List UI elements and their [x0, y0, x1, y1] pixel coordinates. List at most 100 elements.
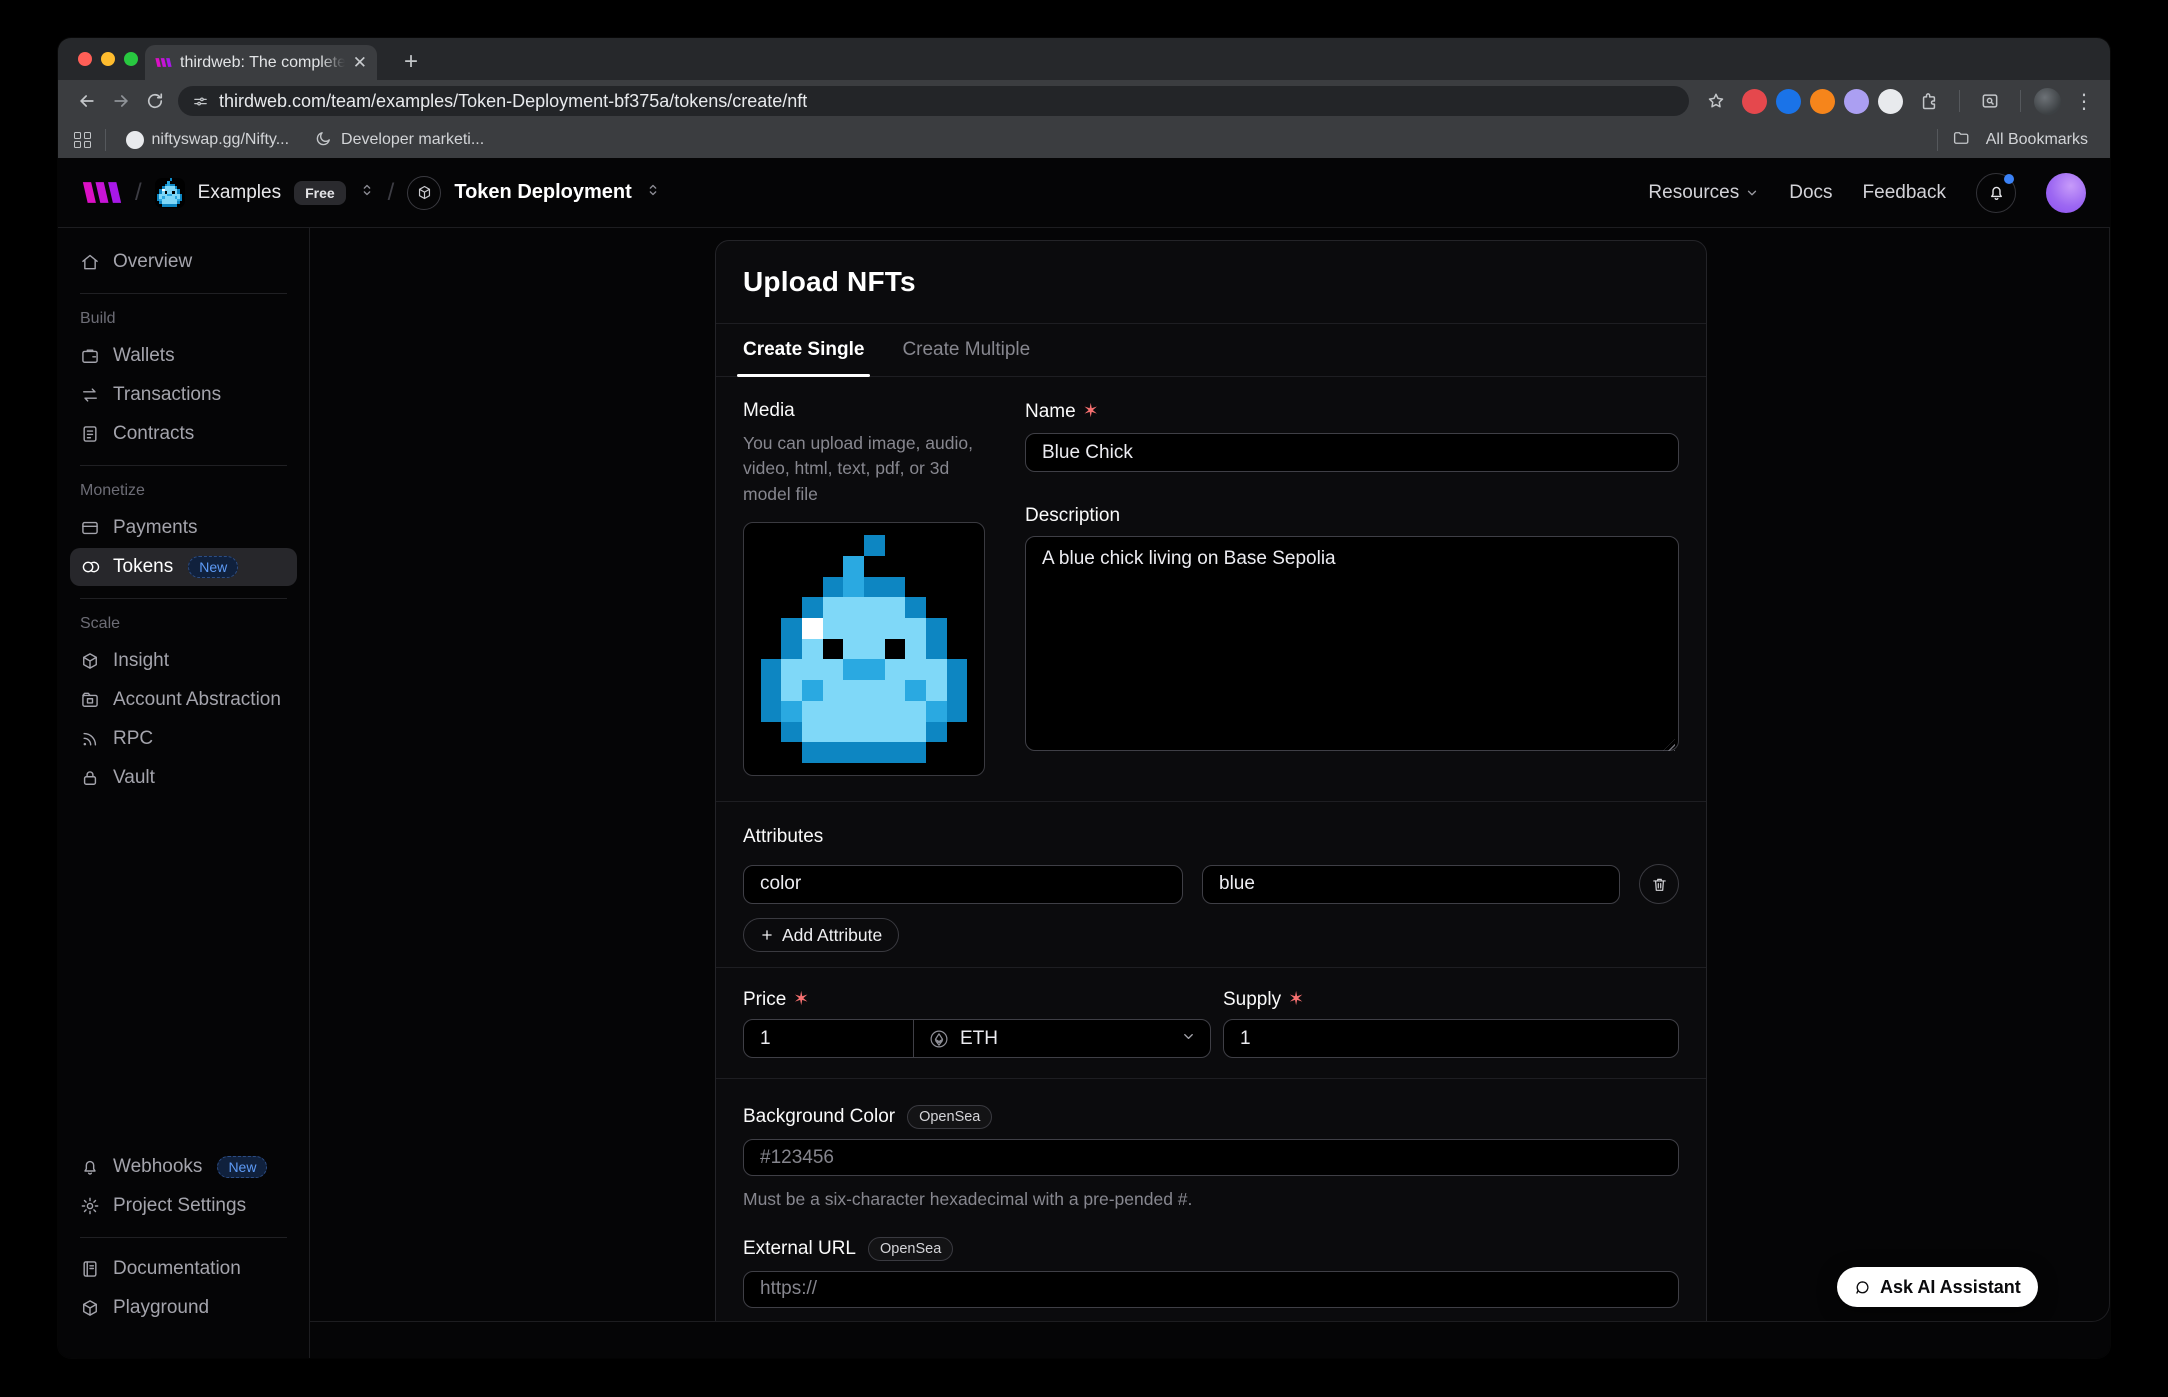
sidebar-item-playground[interactable]: Playground [70, 1289, 297, 1327]
sidebar-item-transactions[interactable]: Transactions [70, 376, 297, 414]
attribute-key-input[interactable] [743, 865, 1183, 904]
insight-icon [80, 651, 100, 671]
bookmarks-divider [105, 129, 106, 151]
fox-extension-icon[interactable] [1810, 89, 1835, 114]
notifications-button[interactable] [1976, 173, 2016, 213]
name-input[interactable] [1025, 433, 1679, 472]
lock-icon [80, 768, 100, 788]
browser-profile-avatar[interactable] [2034, 88, 2061, 115]
site-settings-icon [192, 93, 209, 110]
transfer-icon [80, 385, 100, 405]
sidebar-item-documentation[interactable]: Documentation [70, 1250, 297, 1288]
sidebar-item-payments[interactable]: Payments [70, 509, 297, 547]
required-asterisk: ✶ [793, 988, 809, 1011]
external-url-label: External URL [743, 1238, 856, 1260]
team-name[interactable]: Examples [198, 182, 281, 204]
ask-ai-assistant-button[interactable]: Ask AI Assistant [1837, 1267, 2038, 1307]
home-icon [80, 252, 100, 272]
external-url-helper: This is the URL that will appear below t… [743, 1319, 1679, 1323]
nav-feedback[interactable]: Feedback [1863, 182, 1946, 204]
sidebar-item-rpc[interactable]: RPC [70, 720, 297, 758]
zoom-window-button[interactable] [124, 52, 138, 66]
attribute-value-input[interactable] [1202, 865, 1620, 904]
url-bar[interactable]: thirdweb.com/team/examples/Token-Deploym… [178, 86, 1689, 116]
sidebar-item-project-settings[interactable]: Project Settings [70, 1187, 297, 1225]
price-input[interactable] [744, 1020, 913, 1057]
breadcrumb-slash: / [135, 179, 142, 207]
price-label: Price✶ [743, 988, 1211, 1011]
github-icon [126, 131, 144, 149]
new-tab-button[interactable]: + [394, 46, 428, 78]
nav-docs[interactable]: Docs [1789, 182, 1832, 204]
tab-close-icon[interactable]: ✕ [353, 54, 367, 71]
red-extension-icon[interactable] [1742, 89, 1767, 114]
sidebar-divider [80, 598, 287, 599]
opensea-badge: OpenSea [868, 1237, 953, 1261]
sidebar-item-overview[interactable]: Overview [70, 243, 297, 281]
add-attribute-button[interactable]: Add Attribute [743, 918, 899, 952]
notification-dot [2004, 174, 2014, 184]
upload-nfts-card: Upload NFTs Create Single Create Multipl… [715, 240, 1707, 1322]
browser-window: thirdweb: The complete web3 ✕ + thirdweb… [58, 38, 2110, 1358]
tab-title: thirdweb: The complete web3 [180, 54, 345, 72]
required-asterisk: ✶ [1083, 400, 1099, 423]
sidebar-section-build: Build [80, 310, 287, 328]
eth-icon [928, 1028, 950, 1050]
blue-extension-icon[interactable] [1776, 89, 1801, 114]
browser-tab[interactable]: thirdweb: The complete web3 ✕ [145, 45, 377, 80]
bookmark-star-icon[interactable] [1699, 84, 1733, 118]
app-header: / Examples Free / Token Deployment Resou… [58, 158, 2110, 228]
project-switcher-icon[interactable] [645, 182, 661, 203]
bell-icon [1987, 183, 2006, 202]
user-avatar[interactable] [2046, 173, 2086, 213]
background-color-label: Background Color [743, 1106, 895, 1128]
external-url-input[interactable] [743, 1271, 1679, 1308]
thirdweb-favicon-icon [155, 57, 172, 68]
sidebar-item-vault[interactable]: Vault [70, 759, 297, 797]
contract-icon [80, 424, 100, 444]
thirdweb-logo[interactable] [82, 181, 122, 204]
apps-grid-icon[interactable] [74, 132, 91, 149]
background-color-input[interactable] [743, 1139, 1679, 1176]
clock-extension-icon[interactable] [1878, 89, 1903, 114]
team-avatar[interactable] [155, 178, 185, 208]
bookmark-item[interactable]: Developer marketi... [309, 129, 490, 152]
back-icon[interactable] [70, 84, 104, 118]
nav-resources[interactable]: Resources [1648, 182, 1759, 204]
sidebar-item-contracts[interactable]: Contracts [70, 415, 297, 453]
sidebar-section-monetize: Monetize [80, 482, 287, 500]
minimize-window-button[interactable] [101, 52, 115, 66]
supply-label: Supply✶ [1223, 988, 1679, 1011]
sidebar-item-webhooks[interactable]: WebhooksNew [70, 1148, 297, 1186]
card-icon [80, 518, 100, 538]
sidebar-item-insight[interactable]: Insight [70, 642, 297, 680]
extensions-puzzle-icon[interactable] [1912, 84, 1946, 118]
breadcrumb: / Examples Free / Token Deployment [82, 176, 661, 210]
new-badge: New [217, 1156, 267, 1178]
sidebar-item-account-abstraction[interactable]: Account Abstraction [70, 681, 297, 719]
description-textarea[interactable]: A blue chick living on Base Sepolia [1025, 536, 1679, 751]
tab-create-multiple[interactable]: Create Multiple [902, 324, 1030, 376]
required-asterisk: ✶ [1288, 988, 1304, 1011]
currency-select[interactable]: ETH [913, 1020, 1210, 1057]
project-name[interactable]: Token Deployment [454, 181, 631, 204]
project-icon [407, 176, 441, 210]
tab-create-single[interactable]: Create Single [743, 324, 864, 376]
team-switcher-icon[interactable] [359, 182, 375, 203]
forward-icon[interactable] [104, 84, 138, 118]
sidebar-item-wallets[interactable]: Wallets [70, 337, 297, 375]
supply-input[interactable] [1223, 1019, 1679, 1058]
bookmark-item[interactable]: niftyswap.gg/Nifty... [120, 131, 296, 149]
close-window-button[interactable] [78, 52, 92, 66]
chrome-menu-icon[interactable]: ⋮ [2070, 89, 2098, 114]
tab-search-icon[interactable] [1973, 84, 2007, 118]
reload-icon[interactable] [138, 84, 172, 118]
delete-attribute-button[interactable] [1639, 864, 1679, 904]
name-label: Name✶ [1025, 400, 1679, 423]
ghost-extension-icon[interactable] [1844, 89, 1869, 114]
media-upload-preview[interactable] [743, 522, 985, 776]
page-title: Upload NFTs [743, 266, 1679, 298]
attribute-row [743, 864, 1679, 904]
all-bookmarks-button[interactable]: All Bookmarks [1980, 131, 2094, 149]
sidebar-item-tokens[interactable]: TokensNew [70, 548, 297, 586]
